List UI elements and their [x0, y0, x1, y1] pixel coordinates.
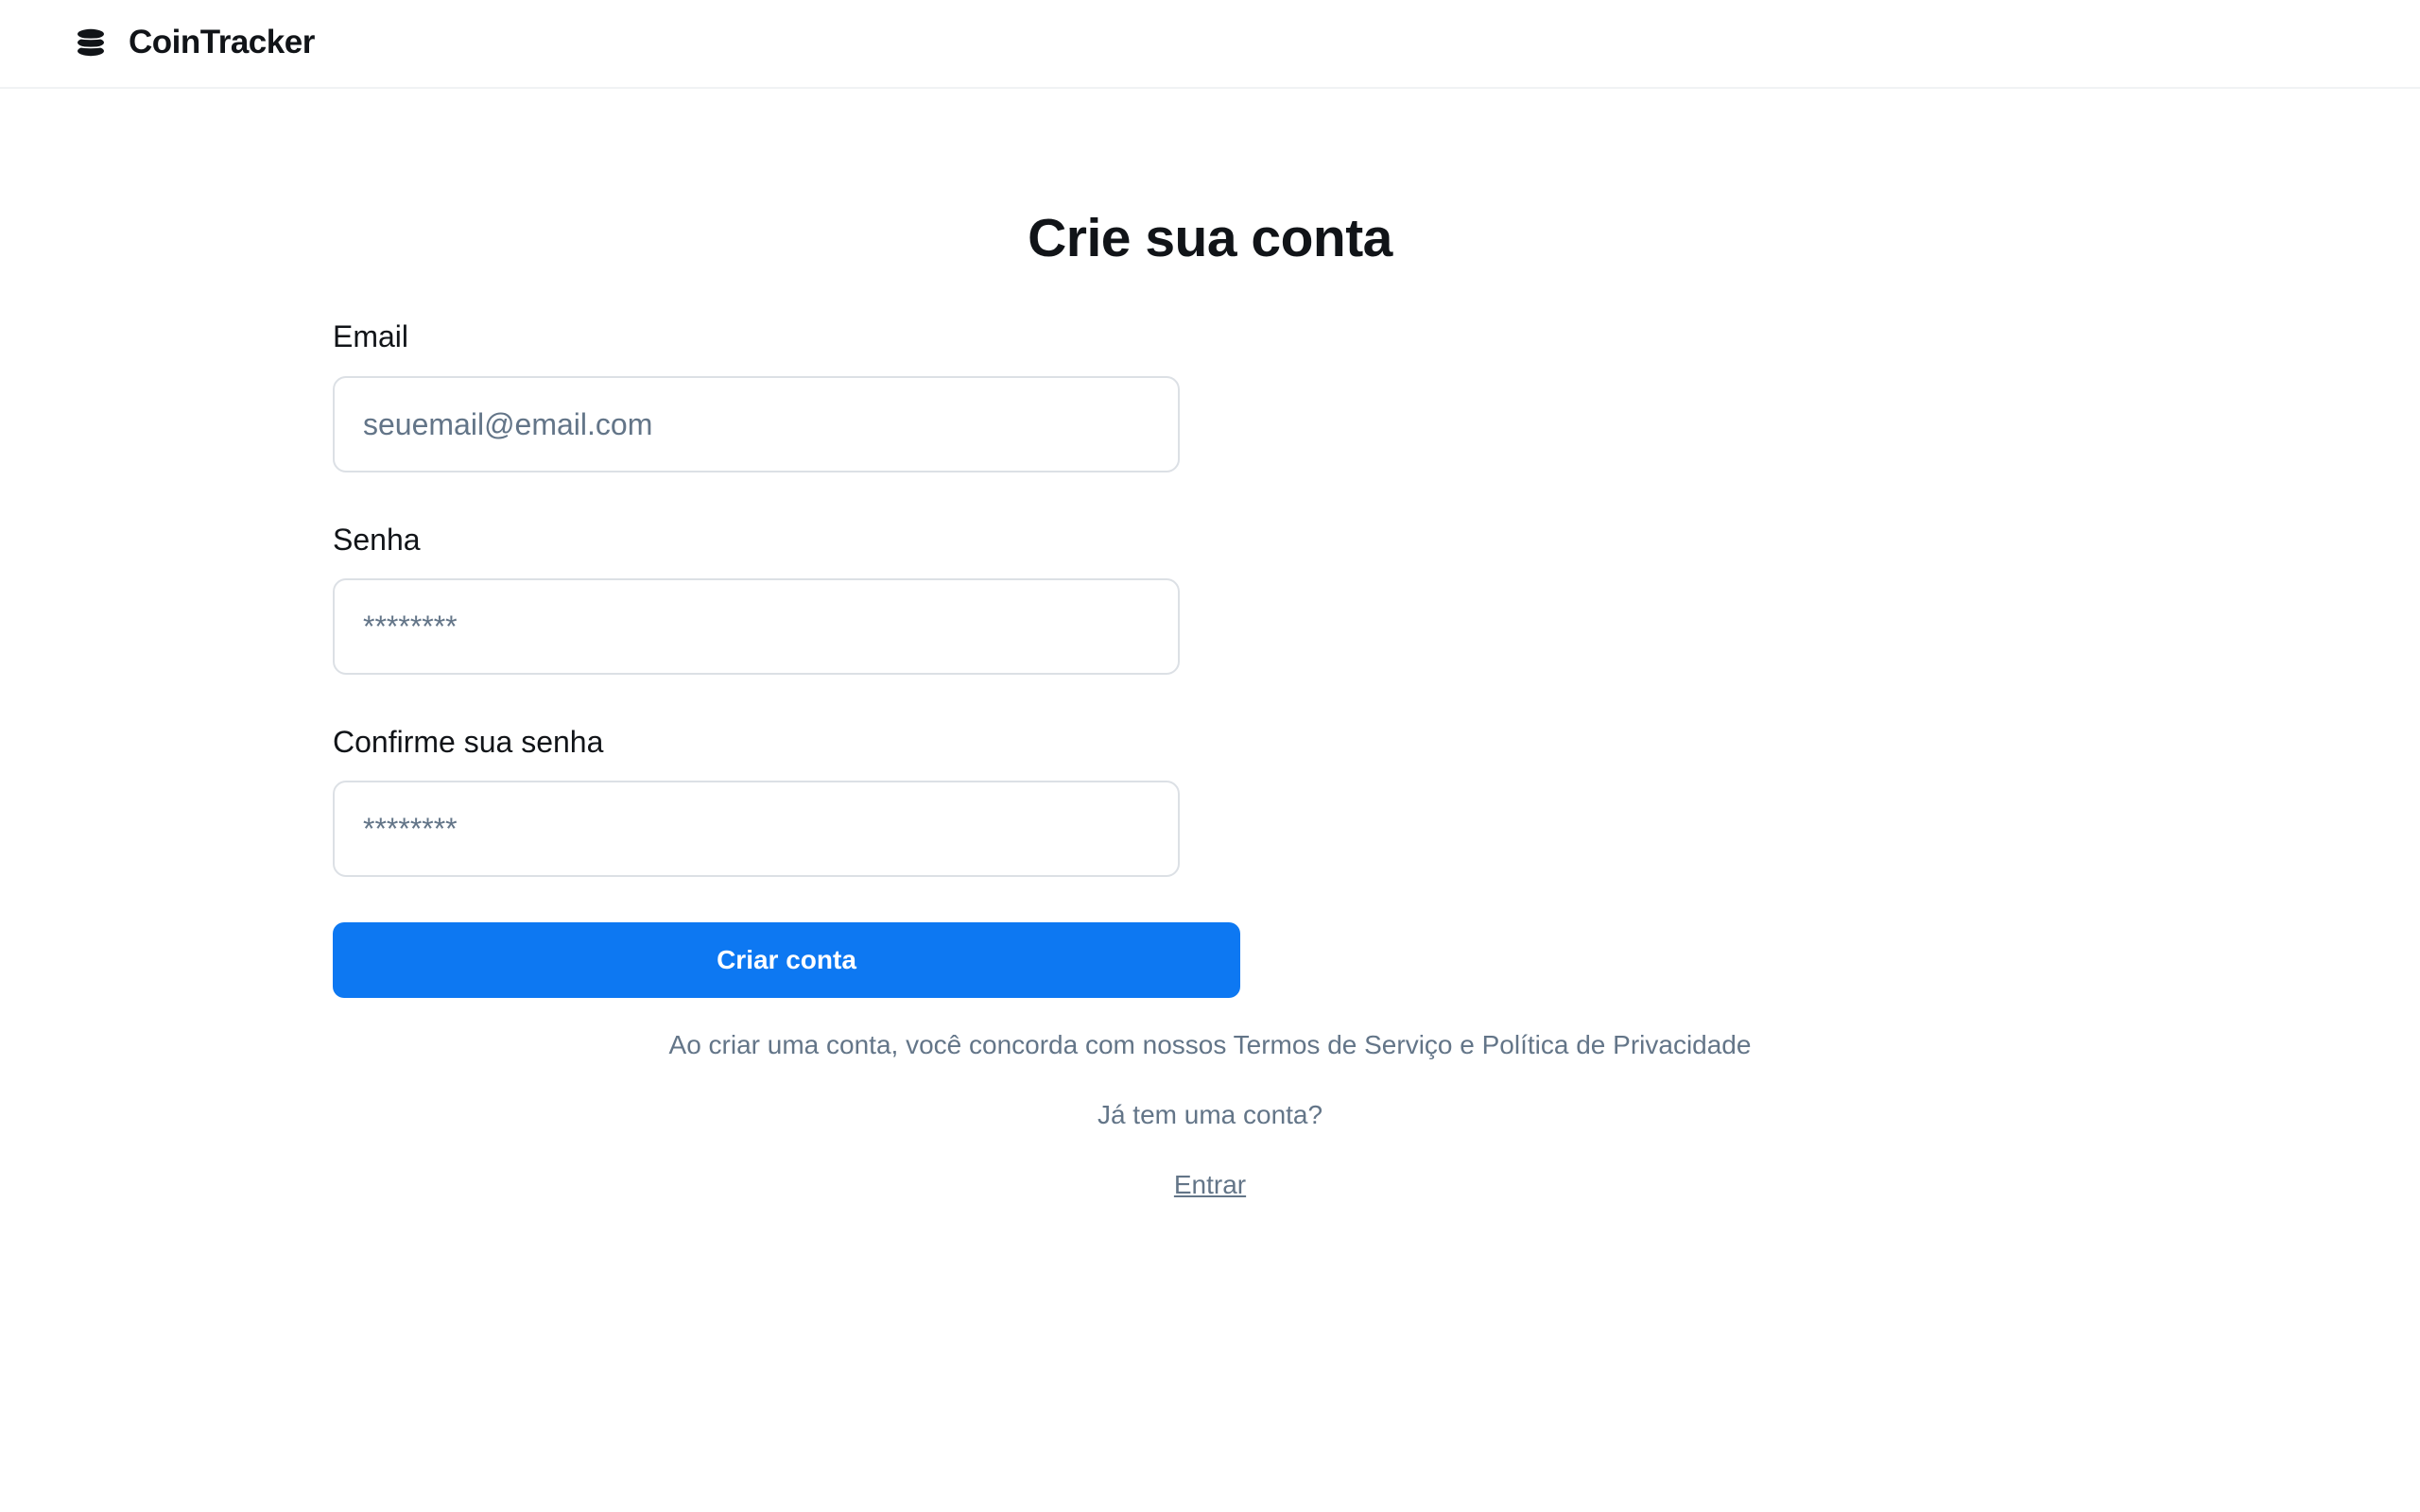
top-navbar: CoinTracker — [0, 0, 2420, 89]
confirm-password-label: Confirme sua senha — [333, 725, 604, 759]
password-input[interactable] — [333, 578, 1180, 675]
email-input[interactable] — [333, 376, 1180, 472]
page-title: Crie sua conta — [1028, 208, 1392, 268]
terms-notice: Ao criar uma conta, você concorda com no… — [668, 1030, 1752, 1059]
login-link-container: Entrar — [0, 1166, 2420, 1209]
create-account-button[interactable]: Criar conta — [333, 922, 1240, 998]
login-link[interactable]: Entrar — [1174, 1170, 1246, 1199]
have-account-text: Já tem uma conta? — [1097, 1100, 1323, 1129]
password-label: Senha — [333, 523, 421, 557]
email-label: Email — [333, 319, 409, 353]
confirm-password-input[interactable] — [333, 781, 1180, 877]
brand-name: CoinTracker — [129, 24, 315, 60]
brand[interactable]: CoinTracker — [76, 21, 315, 64]
stacked-coins-icon — [78, 28, 104, 57]
